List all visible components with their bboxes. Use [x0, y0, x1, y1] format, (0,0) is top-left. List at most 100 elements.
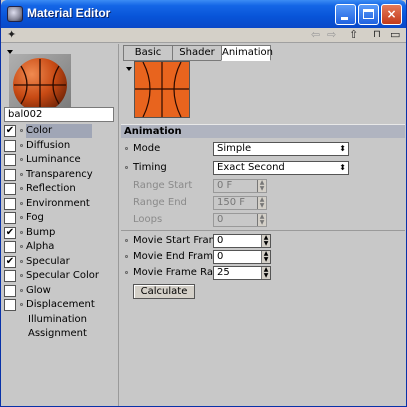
channel-checkbox[interactable]	[4, 139, 16, 152]
channel-label: Color	[26, 124, 92, 138]
channel-bump[interactable]: ✔ Bump	[4, 226, 116, 241]
texture-preview[interactable]	[134, 61, 190, 118]
loops-row: Loops 0 ▲ ▼	[121, 213, 405, 227]
mode-value: Simple	[217, 143, 252, 154]
dropdown-arrow-icon: ⬍	[339, 163, 346, 172]
maximize-icon	[363, 9, 374, 19]
channel-dot-icon	[20, 187, 23, 190]
tab-basic[interactable]: Basic	[123, 45, 173, 61]
channel-luminance[interactable]: Luminance	[4, 153, 116, 168]
up-arrow-icon[interactable]: ⇧	[349, 29, 358, 41]
channel-checkbox[interactable]: ✔	[4, 125, 16, 137]
param-dot-icon[interactable]	[125, 271, 128, 274]
channel-dot-icon	[20, 129, 23, 132]
param-dot-icon[interactable]	[125, 255, 128, 258]
spinner-arrows-icon[interactable]: ▲ ▼	[261, 235, 270, 247]
basketball-preview-icon	[13, 58, 67, 112]
movie-end-row: Movie End Frame 0 ▲ ▼	[121, 250, 405, 264]
movie-start-row: Movie Start Frame 0 ▲ ▼	[121, 234, 405, 248]
spinner-arrows-icon: ▲ ▼	[257, 180, 266, 192]
channel-dot-icon	[20, 172, 23, 176]
attributes-pane: Basic Shader Animation Animation Mode Si…	[121, 44, 405, 406]
movie-rate-row: Movie Frame Rate 25 ▲ ▼	[121, 266, 405, 280]
channel-dot-icon	[20, 245, 23, 248]
channel-dot-icon	[20, 158, 23, 161]
channel-label: Reflection	[26, 183, 76, 194]
channel-displacement[interactable]: Displacement	[4, 298, 116, 313]
channel-checkbox[interactable]	[4, 168, 16, 181]
new-window-icon[interactable]: ▭	[390, 29, 400, 41]
spinner-arrows-icon[interactable]: ▲ ▼	[261, 267, 270, 279]
tab-animation[interactable]: Animation	[221, 45, 273, 61]
preview-menu-arrow-icon[interactable]	[126, 67, 132, 71]
range-end-label: Range End	[133, 197, 187, 208]
channel-checkbox[interactable]	[4, 183, 16, 195]
tab-shader[interactable]: Shader	[172, 45, 222, 61]
timing-value: Exact Second	[217, 162, 285, 173]
channel-reflection[interactable]: Reflection	[4, 182, 116, 197]
maximize-button[interactable]	[358, 4, 379, 25]
spinner-arrows-icon[interactable]: ▲ ▼	[261, 251, 270, 263]
channel-diffusion[interactable]: Diffusion	[4, 139, 116, 154]
movie-rate-value: 25	[217, 267, 230, 278]
channel-glow[interactable]: Glow	[4, 284, 116, 299]
channel-label: Displacement	[26, 299, 95, 310]
item-assignment[interactable]: Assignment	[4, 327, 116, 342]
app-icon	[7, 6, 23, 22]
channel-checkbox[interactable]: ✔	[4, 226, 16, 239]
loops-field: 0 ▲ ▼	[213, 213, 267, 227]
movie-rate-label: Movie Frame Rate	[133, 267, 224, 278]
back-arrow-icon[interactable]: ⇦	[311, 29, 320, 41]
channel-fog[interactable]: Fog	[4, 211, 116, 226]
param-dot-icon[interactable]	[125, 147, 128, 150]
material-menu-icon[interactable]: ✦	[7, 29, 16, 41]
lock-icon[interactable]: ⊓	[373, 29, 381, 41]
minimize-icon	[341, 17, 348, 20]
channel-specular-color[interactable]: Specular Color	[4, 269, 116, 284]
minimize-button[interactable]	[335, 4, 356, 25]
channel-checkbox[interactable]	[4, 212, 16, 224]
window-title: Material Editor	[27, 6, 111, 20]
channel-label: Diffusion	[26, 139, 71, 151]
movie-end-value: 0	[217, 251, 224, 262]
channel-checkbox[interactable]: ✔	[4, 255, 16, 268]
channel-checkbox[interactable]	[4, 270, 16, 282]
range-start-value: 0 F	[217, 180, 233, 191]
material-name-field[interactable]: bal002	[4, 107, 114, 122]
item-illumination[interactable]: Illumination	[4, 313, 116, 328]
channel-checkbox[interactable]	[4, 241, 16, 253]
channel-alpha[interactable]: Alpha	[4, 240, 116, 255]
forward-arrow-icon[interactable]: ⇨	[327, 29, 336, 41]
calculate-button[interactable]: Calculate	[133, 284, 195, 299]
title-bar[interactable]: Material Editor ×	[1, 0, 406, 28]
channel-dot-icon	[20, 216, 23, 219]
channel-checkbox[interactable]	[4, 299, 16, 311]
channel-checkbox[interactable]	[4, 197, 16, 210]
channel-dot-icon	[20, 303, 23, 306]
mode-dropdown[interactable]: Simple ⬍	[213, 142, 349, 156]
spinner-arrows-icon: ▲ ▼	[257, 197, 266, 209]
channel-specular[interactable]: ✔ Specular	[4, 255, 116, 270]
channel-dot-icon	[20, 274, 23, 277]
range-start-row: Range Start 0 F ▲ ▼	[121, 179, 405, 193]
channel-checkbox[interactable]	[4, 284, 16, 297]
channel-label: Specular	[26, 255, 70, 267]
channel-color[interactable]: ✔ Color	[4, 124, 116, 139]
range-end-row: Range End 150 F ▲ ▼	[121, 196, 405, 210]
close-icon: ×	[386, 7, 397, 21]
range-start-label: Range Start	[133, 180, 193, 191]
movie-rate-field[interactable]: 25 ▲ ▼	[213, 266, 271, 280]
close-button[interactable]: ×	[381, 4, 402, 25]
param-dot-icon[interactable]	[125, 239, 128, 242]
channel-label: Transparency	[26, 168, 93, 180]
channel-environment[interactable]: Environment	[4, 197, 116, 212]
mode-label: Mode	[133, 143, 161, 154]
timing-dropdown[interactable]: Exact Second ⬍	[213, 161, 349, 175]
item-label: Assignment	[28, 328, 87, 339]
channel-checkbox[interactable]	[4, 154, 16, 166]
movie-start-field[interactable]: 0 ▲ ▼	[213, 234, 271, 248]
channel-transparency[interactable]: Transparency	[4, 168, 116, 183]
param-dot-icon[interactable]	[125, 166, 128, 169]
movie-end-field[interactable]: 0 ▲ ▼	[213, 250, 271, 264]
range-end-value: 150 F	[217, 197, 246, 208]
